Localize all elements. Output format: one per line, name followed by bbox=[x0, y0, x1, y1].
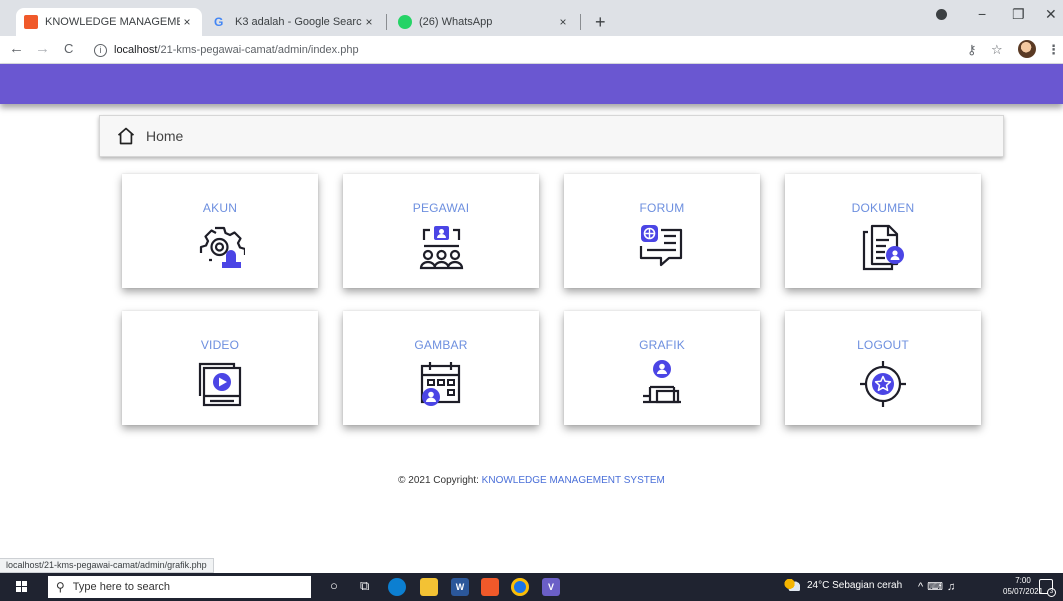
menu-card-akun[interactable]: AKUN bbox=[122, 174, 318, 288]
xampp-favicon-icon bbox=[24, 15, 38, 29]
menu-card-label: DOKUMEN bbox=[851, 201, 915, 215]
menu-card-label: VIDEO bbox=[200, 338, 240, 352]
notification-count: 3 bbox=[1047, 588, 1056, 597]
taskbar: ⚲ Type here to search ○ ⧉ W V 24°C Sebag… bbox=[0, 573, 1063, 601]
taskbar-clock[interactable]: 7:00 05/07/2021 bbox=[1003, 575, 1043, 597]
employee-group-icon bbox=[419, 226, 464, 270]
menu-card-logout[interactable]: LOGOUT bbox=[785, 311, 981, 425]
profile-avatar[interactable] bbox=[1018, 40, 1036, 58]
cortana-icon[interactable]: ○ bbox=[330, 578, 338, 593]
xampp-icon[interactable] bbox=[481, 578, 499, 596]
tab-title: (26) WhatsApp bbox=[419, 16, 493, 28]
tab-title: KNOWLEDGE MANAGEMENT SYS bbox=[45, 16, 180, 28]
menu-card-label: GRAFIK bbox=[639, 338, 685, 352]
clock-time: 7:00 bbox=[1015, 576, 1031, 585]
browser-toolbar: ← → C i localhost /21-kms-pegawai-camat/… bbox=[0, 36, 1063, 64]
tab-kms[interactable]: KNOWLEDGE MANAGEMENT SYS × bbox=[16, 8, 202, 36]
account-settings-icon bbox=[199, 226, 245, 268]
tab-separator bbox=[580, 14, 581, 30]
breadcrumb: Home bbox=[99, 115, 1004, 157]
taskbar-search-input[interactable]: ⚲ Type here to search bbox=[48, 576, 311, 598]
menu-card-label: FORUM bbox=[639, 201, 685, 215]
chrome-icon[interactable] bbox=[511, 578, 529, 596]
menu-card-label: GAMBAR bbox=[414, 338, 468, 352]
tab-title: K3 adalah - Google Search bbox=[235, 16, 362, 28]
media-control-icon[interactable] bbox=[936, 9, 947, 20]
document-icon bbox=[862, 224, 904, 271]
whatsapp-favicon-icon bbox=[398, 15, 412, 29]
task-view-icon[interactable]: ⧉ bbox=[360, 578, 369, 594]
tab-close-icon[interactable]: × bbox=[556, 15, 570, 29]
menu-card-dokumen[interactable]: DOKUMEN bbox=[785, 174, 981, 288]
edge-icon[interactable] bbox=[388, 578, 406, 596]
menu-card-gambar[interactable]: GAMBAR bbox=[343, 311, 539, 425]
weather-widget[interactable]: 24°C Sebagian cerah bbox=[784, 579, 902, 591]
menu-kebab-icon[interactable]: ⋮ bbox=[1047, 42, 1060, 58]
menu-card-video[interactable]: VIDEO bbox=[122, 311, 318, 425]
menu-card-pegawai[interactable]: PEGAWAI bbox=[343, 174, 539, 288]
tab-strip: KNOWLEDGE MANAGEMENT SYS × G K3 adalah -… bbox=[0, 0, 1063, 36]
tab-close-icon[interactable]: × bbox=[362, 15, 376, 29]
tab-google[interactable]: G K3 adalah - Google Search × bbox=[206, 8, 384, 36]
tab-close-icon[interactable]: × bbox=[180, 15, 194, 29]
google-favicon-icon: G bbox=[214, 15, 224, 29]
menu-card-label: PEGAWAI bbox=[412, 201, 470, 215]
home-icon[interactable] bbox=[116, 126, 136, 146]
footer-brand-link[interactable]: KNOWLEDGE MANAGEMENT SYSTEM bbox=[482, 475, 665, 486]
notification-center-icon[interactable]: 3 bbox=[1039, 579, 1056, 597]
url-path: /21-kms-pegawai-camat/admin/index.php bbox=[157, 44, 359, 56]
top-navbar bbox=[0, 64, 1063, 104]
address-bar[interactable]: i localhost /21-kms-pegawai-camat/admin/… bbox=[92, 39, 992, 61]
word-icon[interactable]: W bbox=[451, 578, 469, 596]
menu-card-label: LOGOUT bbox=[857, 338, 909, 352]
partly-cloudy-icon bbox=[784, 579, 800, 591]
visio-icon[interactable]: V bbox=[542, 578, 560, 596]
new-tab-button[interactable]: + bbox=[595, 13, 606, 31]
video-player-icon bbox=[198, 362, 242, 407]
search-placeholder: Type here to search bbox=[72, 581, 171, 593]
close-window-button[interactable]: ✕ bbox=[1045, 6, 1057, 23]
windows-start-icon[interactable] bbox=[16, 581, 28, 593]
site-info-icon[interactable]: i bbox=[94, 43, 107, 57]
link-status-url: localhost/21-kms-pegawai-camat/admin/gra… bbox=[0, 558, 214, 573]
footer: © 2021 Copyright: KNOWLEDGE MANAGEMENT S… bbox=[0, 475, 1063, 486]
target-star-icon bbox=[860, 361, 906, 407]
menu-card-grafik[interactable]: GRAFIK bbox=[564, 311, 760, 425]
calendar-user-icon bbox=[420, 362, 461, 406]
reload-button[interactable]: C bbox=[64, 40, 73, 58]
forum-chat-icon bbox=[639, 225, 683, 267]
tab-separator bbox=[386, 14, 387, 30]
restore-button[interactable]: ❐ bbox=[1012, 6, 1025, 23]
password-key-icon[interactable]: ⚷ bbox=[967, 42, 977, 58]
file-explorer-icon[interactable] bbox=[420, 578, 438, 596]
menu-card-forum[interactable]: FORUM bbox=[564, 174, 760, 288]
weather-text: 24°C Sebagian cerah bbox=[807, 579, 903, 591]
back-button[interactable]: ← bbox=[9, 40, 24, 58]
clock-date: 05/07/2021 bbox=[1003, 587, 1044, 596]
system-tray-icons[interactable]: ^⌨♫ bbox=[918, 580, 959, 593]
minimize-button[interactable]: − bbox=[978, 6, 986, 22]
breadcrumb-home-label[interactable]: Home bbox=[146, 128, 183, 144]
footer-copyright: © 2021 Copyright: bbox=[398, 475, 479, 486]
url-host: localhost bbox=[114, 44, 158, 56]
user-desk-icon bbox=[643, 360, 681, 404]
bookmark-star-icon[interactable]: ☆ bbox=[991, 42, 1003, 58]
search-icon: ⚲ bbox=[56, 580, 65, 594]
menu-card-label: AKUN bbox=[202, 201, 238, 215]
tab-whatsapp[interactable]: (26) WhatsApp × bbox=[390, 8, 578, 36]
forward-button[interactable]: → bbox=[35, 40, 50, 58]
